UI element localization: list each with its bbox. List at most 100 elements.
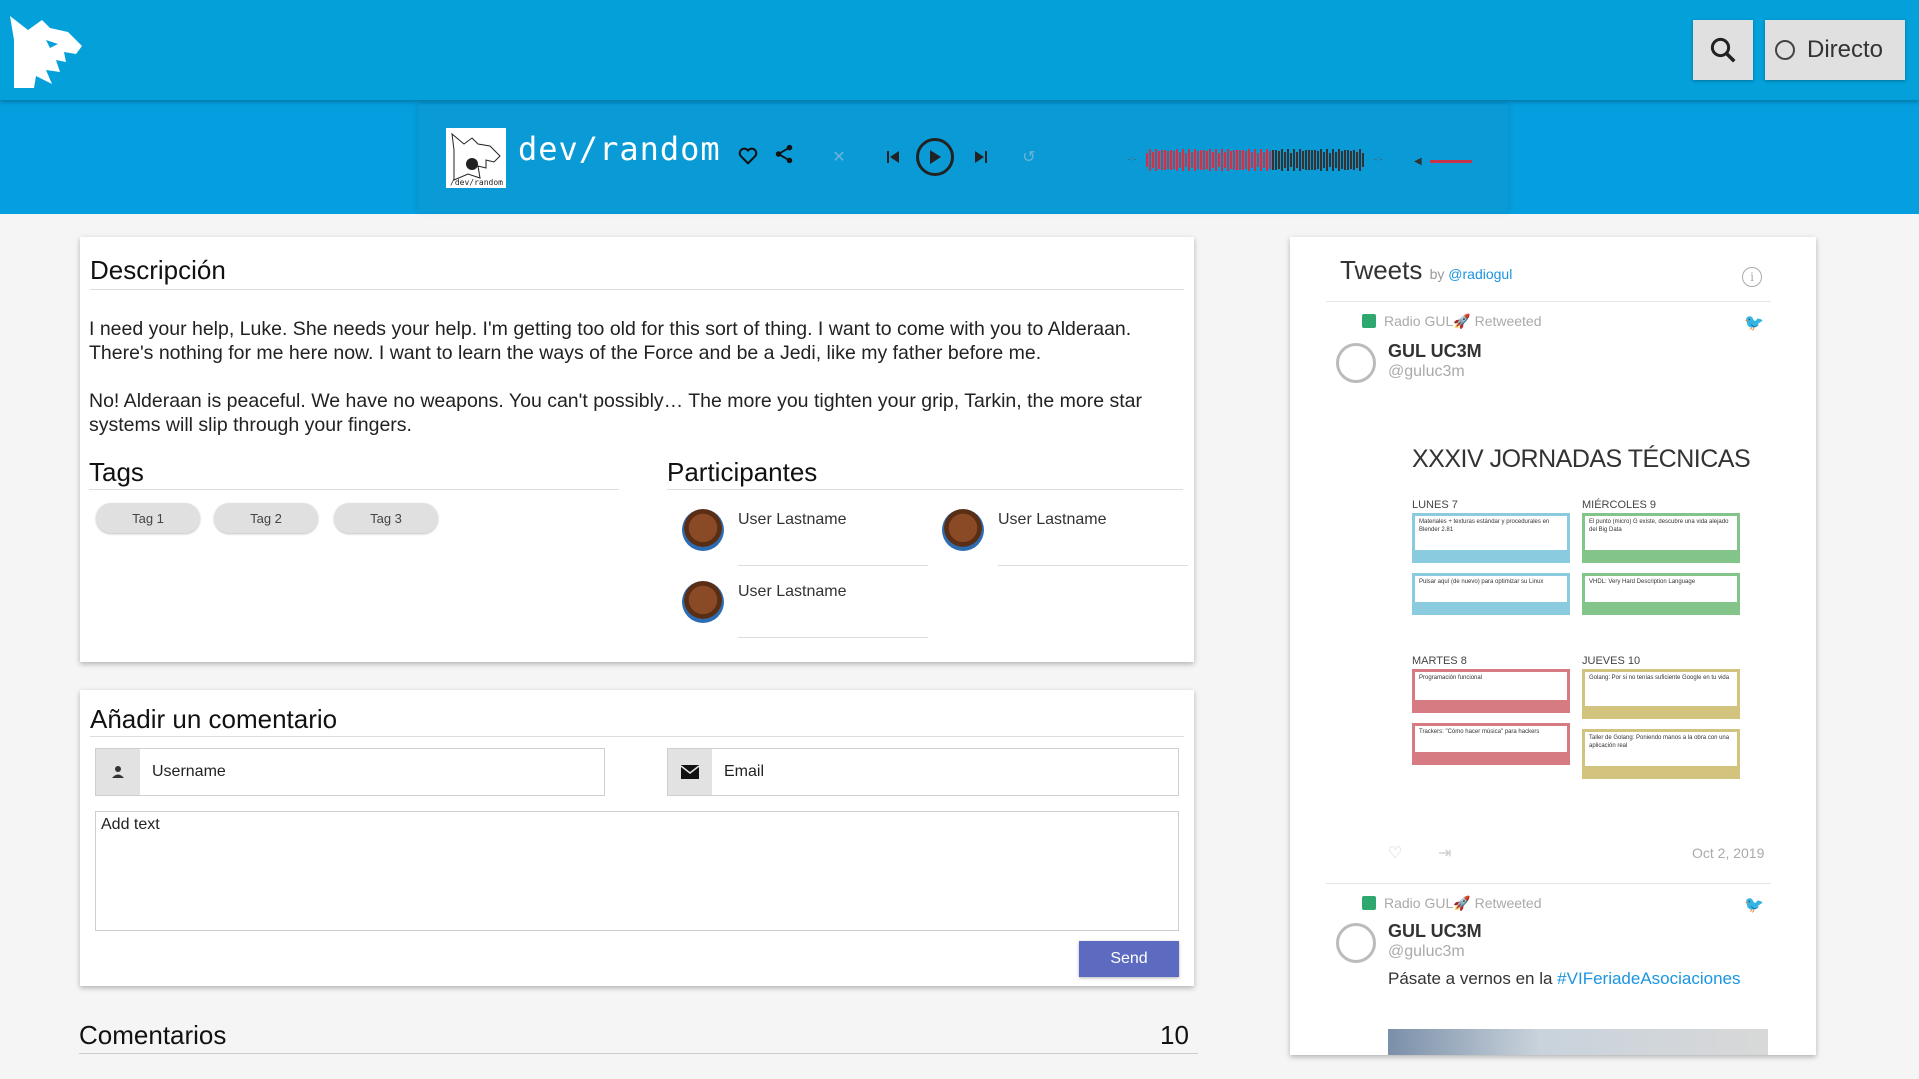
divider <box>89 489 619 490</box>
tag-chip[interactable]: Tag 1 <box>96 503 200 533</box>
email-field[interactable]: Email <box>667 748 1179 796</box>
waveform-bar <box>1218 152 1220 168</box>
waveform-bar <box>1161 149 1163 171</box>
waveform-bar <box>1269 150 1271 170</box>
tweet-date[interactable]: Oct 2, 2019 <box>1692 845 1764 861</box>
live-button[interactable]: Directo <box>1765 20 1905 80</box>
twitter-bird-icon[interactable]: 🐦 <box>1744 313 1764 332</box>
waveform-bar <box>1221 149 1223 171</box>
day-label: MIÉRCOLES 9 <box>1582 499 1656 511</box>
waveform-bar <box>1278 150 1280 170</box>
divider <box>738 637 928 638</box>
waveform-bar <box>1311 150 1313 170</box>
tweet-author-handle[interactable]: @guluc3m <box>1388 363 1465 381</box>
username-input[interactable]: Username <box>152 763 226 781</box>
comment-form-card: Añadir un comentario Username Email Add … <box>80 690 1194 986</box>
repeat-icon[interactable]: ↺ <box>1018 146 1040 168</box>
waveform-bar <box>1245 151 1247 169</box>
hashtag-link[interactable]: #VIFeriadeAsociaciones <box>1557 969 1740 988</box>
waveform[interactable] <box>1146 148 1366 172</box>
schedule-box: Taller de Golang: Poniendo manos a la ob… <box>1582 729 1740 779</box>
program-cover: /dev/random <box>446 128 506 188</box>
comment-form-title: Añadir un comentario <box>90 704 338 734</box>
description-paragraph: I need your help, Luke. She needs your h… <box>89 318 1132 364</box>
waveform-bar <box>1338 149 1340 171</box>
tweet-author-name[interactable]: GUL UC3M <box>1388 341 1482 362</box>
waveform-bar <box>1299 149 1301 171</box>
program-title: dev/random <box>518 130 721 168</box>
avatar[interactable] <box>1336 343 1376 383</box>
like-icon[interactable]: ♡ <box>1388 843 1402 863</box>
waveform-bar <box>1152 151 1154 169</box>
schedule-box: Trackers: "Cómo hacer música" para hacke… <box>1412 723 1570 765</box>
description-title: Descripción <box>90 255 226 285</box>
participant[interactable]: User Lastname <box>682 581 928 641</box>
info-icon[interactable]: i <box>1742 267 1762 287</box>
next-icon[interactable] <box>970 146 992 168</box>
divider <box>1326 301 1771 302</box>
divider <box>667 489 1183 490</box>
schedule-box: Pulsar aquí (de nuevo) para optimizar su… <box>1412 573 1570 615</box>
participant-name: User Lastname <box>998 511 1107 528</box>
time-end: -:- <box>1374 154 1383 164</box>
person-icon <box>96 749 140 795</box>
lynx-logo[interactable] <box>6 10 86 90</box>
tweet-text: Pásate a vernos en la #VIFeriadeAsociaci… <box>1388 969 1741 988</box>
waveform-bar <box>1242 149 1244 171</box>
shuffle-icon[interactable]: ✕ <box>828 146 850 168</box>
previous-icon[interactable] <box>882 146 904 168</box>
waveform-bar <box>1200 150 1202 170</box>
send-button[interactable]: Send <box>1079 941 1179 977</box>
divider <box>90 289 1184 290</box>
waveform-bar <box>1230 151 1232 169</box>
description-paragraph: No! Alderaan is peaceful. We have no wea… <box>89 390 1142 436</box>
tweets-handle-link[interactable]: @radiogul <box>1448 266 1512 282</box>
waveform-bar <box>1158 151 1160 169</box>
waveform-bar <box>1272 149 1274 171</box>
waveform-bar <box>1344 149 1346 171</box>
waveform-bar <box>1149 149 1151 171</box>
heart-icon[interactable] <box>734 142 762 170</box>
waveform-bar <box>1185 152 1187 168</box>
waveform-bar <box>1275 150 1277 170</box>
share-icon[interactable] <box>770 140 798 168</box>
comments-count: 10 <box>1160 1020 1189 1050</box>
waveform-bar <box>1362 152 1364 168</box>
waveform-bar <box>1203 149 1205 171</box>
tweets-title: Tweets <box>1340 255 1423 285</box>
tweet-author-name[interactable]: GUL UC3M <box>1388 921 1482 942</box>
comments-title: Comentarios <box>79 1020 227 1050</box>
comment-textarea[interactable]: Add text <box>95 811 1179 931</box>
tag-chip[interactable]: Tag 2 <box>214 503 318 533</box>
waveform-bar <box>1326 149 1328 171</box>
volume-icon[interactable]: ◀ <box>1414 156 1422 167</box>
username-field[interactable]: Username <box>95 748 605 796</box>
waveform-bar <box>1176 149 1178 171</box>
waveform-bar <box>1290 152 1292 168</box>
participant[interactable]: User Lastname <box>682 509 928 569</box>
day-label: JUEVES 10 <box>1582 655 1641 667</box>
email-input[interactable]: Email <box>724 763 764 781</box>
divider <box>1326 883 1771 884</box>
avatar[interactable] <box>1336 923 1376 963</box>
waveform-bar <box>1191 151 1193 169</box>
share-icon[interactable]: ⇥ <box>1438 843 1451 863</box>
tags-title: Tags <box>89 457 144 487</box>
waveform-bar <box>1266 149 1268 171</box>
waveform-bar <box>1239 150 1241 170</box>
tweet-media-image[interactable] <box>1388 1029 1768 1055</box>
tweet-author-handle[interactable]: @guluc3m <box>1388 943 1465 961</box>
waveform-bar <box>1194 149 1196 171</box>
waveform-bar <box>1188 149 1190 171</box>
tweets-header: Tweets by @radiogul <box>1340 255 1512 286</box>
waveform-bar <box>1302 151 1304 169</box>
search-button[interactable] <box>1693 20 1753 80</box>
schedule-box: VHDL: Very Hard Description Language <box>1582 573 1740 615</box>
tweet-media-image[interactable]: XXXIV JORNADAS TÉCNICAS LUNES 7 MIÉRCOLE… <box>1388 445 1756 841</box>
play-button[interactable] <box>916 138 954 176</box>
waveform-bar <box>1305 149 1307 171</box>
participant[interactable]: User Lastname <box>942 509 1188 569</box>
twitter-bird-icon[interactable]: 🐦 <box>1744 895 1764 914</box>
volume-slider[interactable] <box>1430 160 1472 163</box>
tag-chip[interactable]: Tag 3 <box>334 503 438 533</box>
